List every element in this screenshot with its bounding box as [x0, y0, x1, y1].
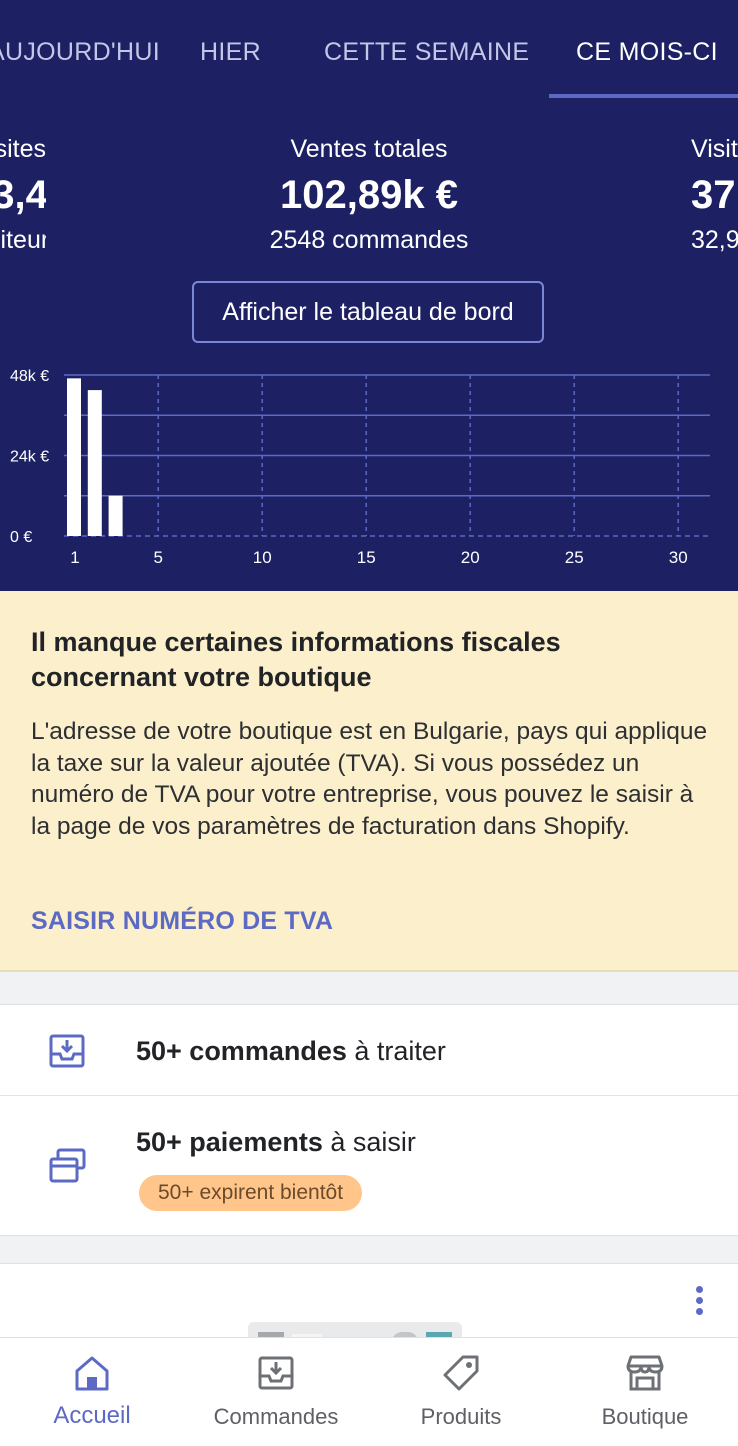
nav-home[interactable]: Accueil — [0, 1338, 184, 1446]
store-icon — [626, 1355, 664, 1391]
stat-value: 37 — [691, 173, 736, 217]
orders-to-process-row[interactable]: 50+ commandes à traiter — [0, 1005, 738, 1096]
stat-value: 33,4k — [0, 173, 46, 217]
x-tick-label: 10 — [253, 548, 272, 567]
enter-vat-number-link[interactable]: SAISIR NUMÉRO DE TVA — [31, 907, 333, 936]
sales-bar-chart: 48k €24k €0 €1 5 10 15 20 25 30 — [10, 368, 710, 567]
more-options-icon[interactable] — [696, 1286, 706, 1319]
stat-label: Visit — [691, 135, 738, 163]
x-tick-label: 1 — [70, 548, 79, 567]
chart-bar — [87, 390, 102, 536]
x-tick-label: 30 — [669, 548, 688, 567]
x-tick-label: 15 — [357, 548, 376, 567]
tab-this-month[interactable]: CE MOIS-CI — [576, 38, 718, 67]
chart-bar — [67, 378, 81, 536]
payments-to-capture-row[interactable]: 50+ paiements à saisir 50+ expirent bien… — [0, 1096, 738, 1235]
expiring-soon-badge: 50+ expirent bientôt — [139, 1175, 363, 1211]
tag-icon — [443, 1355, 479, 1391]
stat-label: Visites — [0, 135, 46, 163]
date-range-tabs: AUJOURD'HUI HIER CETTE SEMAINE CE MOIS-C… — [0, 0, 738, 100]
payments-to-capture-text: 50+ paiements à saisir — [136, 1127, 416, 1158]
show-dashboard-button[interactable]: Afficher le tableau de bord — [192, 281, 544, 343]
tab-yesterday[interactable]: HIER — [200, 38, 261, 67]
y-tick-label: 24k € — [10, 449, 49, 466]
nav-label: Produits — [420, 1404, 502, 1429]
y-tick-label: 48k € — [10, 368, 49, 385]
nav-label: Commandes — [213, 1404, 339, 1429]
stat-value: 102,89k € — [280, 173, 458, 217]
nav-label: Accueil — [53, 1402, 131, 1429]
x-tick-label: 20 — [461, 548, 480, 567]
chart-bar — [108, 495, 123, 536]
orders-icon — [258, 1356, 294, 1390]
payments-suffix: à saisir — [322, 1127, 416, 1157]
tab-today[interactable]: AUJOURD'HUI — [0, 38, 160, 67]
orders-count: 50+ commandes — [136, 1036, 347, 1066]
stat-sub: 32,9 — [691, 226, 738, 254]
analytics-header: AUJOURD'HUI HIER CETTE SEMAINE CE MOIS-C… — [0, 0, 738, 591]
banner-title: Il manque certaines informations fiscale… — [31, 627, 561, 692]
stat-label: Ventes totales — [290, 135, 448, 163]
x-tick-label: 5 — [153, 548, 162, 567]
nav-label: Boutique — [601, 1404, 689, 1429]
tax-info-banner: Il manque certaines informations fiscale… — [0, 591, 738, 972]
nav-orders[interactable]: Commandes — [184, 1338, 368, 1446]
inbox-download-icon — [48, 1032, 86, 1075]
tasks-card: 50+ commandes à traiter 50+ paiements à … — [0, 1004, 738, 1236]
nav-products[interactable]: Produits — [369, 1338, 553, 1446]
tab-this-week[interactable]: CETTE SEMAINE — [324, 38, 529, 67]
stat-total-sales[interactable]: Ventes totales 102,89k € 2548 commandes — [219, 132, 519, 257]
home-icon — [75, 1356, 109, 1391]
stat-sub: visiteurs — [0, 226, 46, 254]
payments-count: 50+ paiements — [136, 1127, 323, 1157]
orders-to-process-text: 50+ commandes à traiter — [136, 1036, 446, 1067]
stat-visitors[interactable]: Visit 37 32,9 — [691, 132, 738, 257]
orders-suffix: à traiter — [346, 1036, 446, 1066]
banner-body: L'adresse de votre boutique est en Bulga… — [31, 718, 708, 840]
y-tick-label: 0 € — [10, 529, 32, 546]
stat-sub: 2548 commandes — [269, 226, 469, 254]
payment-cards-icon — [48, 1146, 88, 1191]
nav-store[interactable]: Boutique — [553, 1338, 737, 1446]
active-tab-indicator — [549, 94, 738, 98]
x-tick-label: 25 — [565, 548, 584, 567]
stat-visits[interactable]: Visites 33,4k visiteurs — [0, 132, 46, 257]
bottom-navigation: Accueil Commandes Produits Boutique — [0, 1337, 738, 1446]
